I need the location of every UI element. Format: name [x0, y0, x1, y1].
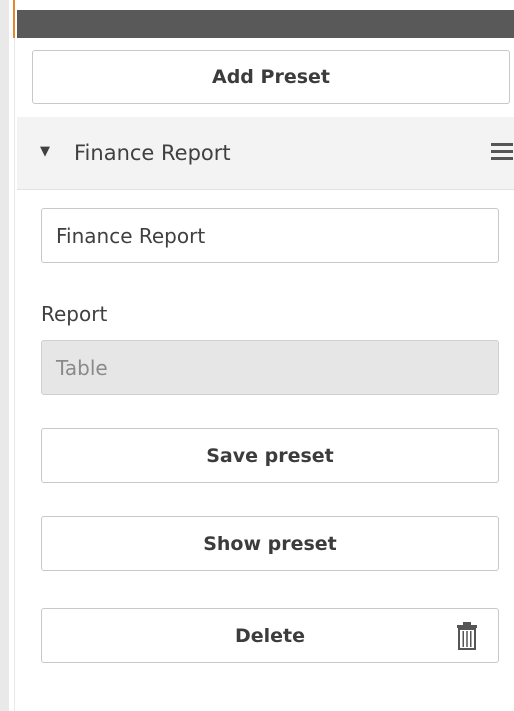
show-preset-button[interactable]: Show preset: [41, 516, 499, 571]
delete-button[interactable]: Delete: [41, 608, 499, 663]
accent-bar: [13, 0, 15, 38]
delete-label: Delete: [234, 624, 306, 647]
trash-icon[interactable]: [456, 622, 478, 650]
top-bar: [17, 10, 514, 38]
preset-panel: Add Preset ▼ Finance Report Report Table…: [0, 0, 514, 711]
left-gutter: [0, 0, 9, 711]
preset-title: Finance Report: [74, 141, 231, 165]
report-type-field: Table: [41, 340, 499, 395]
report-type-value: Table: [56, 355, 108, 380]
preset-name-input[interactable]: [41, 208, 499, 263]
caret-down-icon[interactable]: ▼: [40, 143, 50, 161]
add-preset-button[interactable]: Add Preset: [32, 50, 510, 104]
save-preset-button[interactable]: Save preset: [41, 428, 499, 483]
report-label: Report: [41, 302, 108, 326]
preset-header[interactable]: ▼ Finance Report: [17, 117, 514, 190]
divider: [14, 38, 15, 711]
hamburger-menu-icon[interactable]: [491, 143, 513, 161]
